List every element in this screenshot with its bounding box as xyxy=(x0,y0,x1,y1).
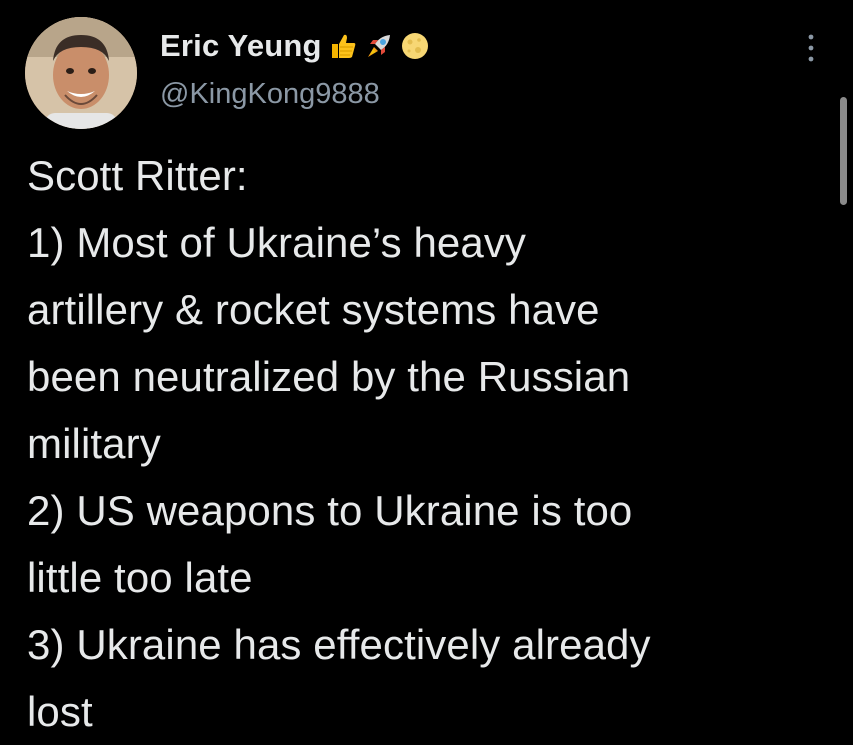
tweet-line: 1) Most of Ukraine’s heavy xyxy=(27,219,527,266)
thumbs-up-icon xyxy=(331,34,356,58)
author-handle[interactable]: @KingKong9888 xyxy=(160,78,380,111)
tweet-line: 2) US weapons to Ukraine is too xyxy=(27,487,633,534)
tweet-line: been neutralized by the Russian xyxy=(27,353,631,400)
avatar-photo xyxy=(25,17,137,129)
scrollbar[interactable] xyxy=(840,97,847,205)
avatar[interactable] xyxy=(25,17,137,129)
tweet-line: Scott Ritter: xyxy=(27,152,248,199)
moon-icon xyxy=(401,33,428,59)
more-options-icon[interactable] xyxy=(802,32,820,64)
tweet-line: little too late xyxy=(27,554,253,601)
tweet-line: lost xyxy=(27,688,93,735)
tweet-line: military xyxy=(27,420,161,467)
tweet-text: Scott Ritter: 1) Most of Ukraine’s heavy… xyxy=(27,142,827,745)
tweet-line: artillery & rocket systems have xyxy=(27,286,600,333)
tweet-line: 3) Ukraine has effectively already xyxy=(27,621,651,668)
author-name-row[interactable]: Eric Yeung xyxy=(160,24,430,68)
rocket-icon xyxy=(367,35,390,57)
author-display-name[interactable]: Eric Yeung xyxy=(160,28,322,64)
